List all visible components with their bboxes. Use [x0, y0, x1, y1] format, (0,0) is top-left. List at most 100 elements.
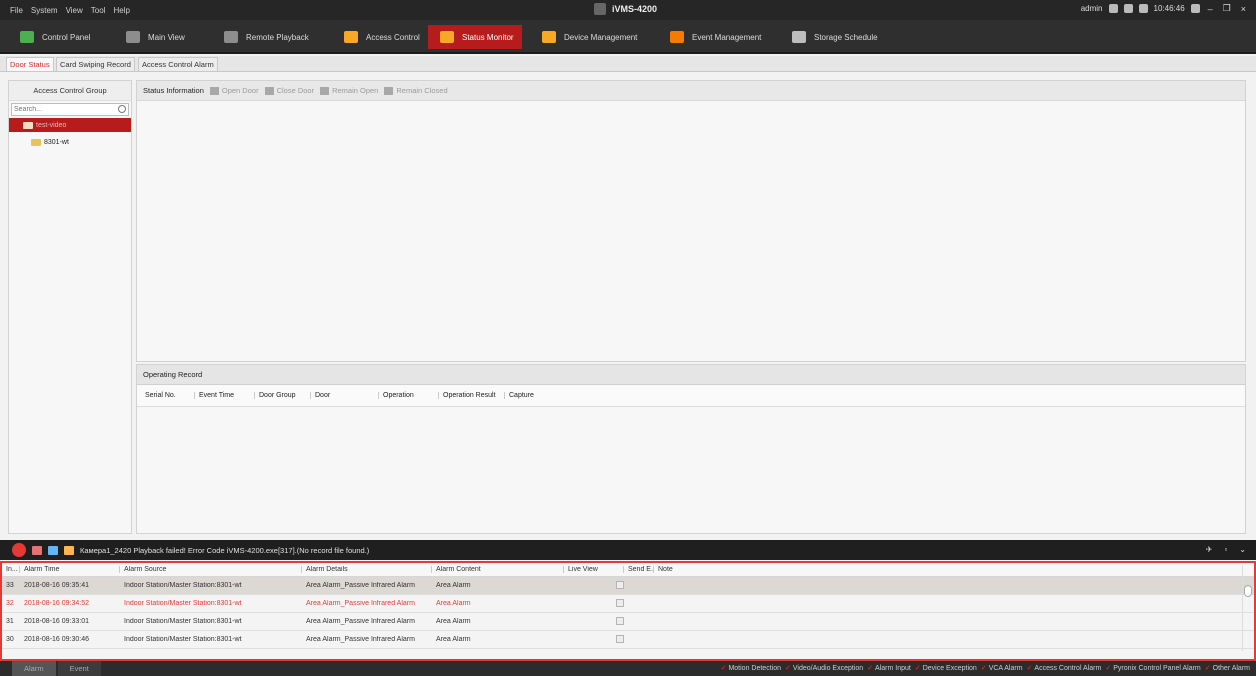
panel-title: Access Control Group	[9, 81, 131, 101]
menu-bar: File System View Tool Help	[0, 6, 130, 15]
menu-tool[interactable]: Tool	[91, 6, 106, 15]
alarm-bar: Камера1_2420 Playback failed! Error Code…	[0, 540, 1256, 560]
device-icon	[542, 31, 556, 43]
open-door-icon	[209, 86, 219, 95]
col-capture[interactable]: Capture	[505, 392, 545, 399]
filter-alarm-input[interactable]: ✓ Alarm Input	[867, 664, 911, 672]
maximize-icon[interactable]: ▫	[1224, 545, 1227, 554]
tree-item-8301-wt[interactable]: 8301-wt	[9, 135, 131, 149]
restore-icon[interactable]: ❐	[1221, 3, 1233, 14]
live-view-checkbox[interactable]	[616, 634, 624, 643]
filter-device-exception[interactable]: ✓ Device Exception	[915, 664, 977, 672]
search-input[interactable]	[12, 104, 128, 115]
tab-access-control-alarm[interactable]: Access Control Alarm	[138, 57, 218, 71]
tab-card-swiping-record[interactable]: Card Swiping Record	[56, 57, 135, 71]
user-icon[interactable]	[1108, 4, 1118, 13]
grid-icon	[20, 31, 34, 43]
table-row[interactable]: 31 2018-08-16 09:33:01 Indoor Station/Ma…	[2, 613, 1254, 631]
alarm-scrollbar[interactable]	[1242, 565, 1252, 651]
filter-motion-detection[interactable]: ✓ Motion Detection	[721, 664, 781, 672]
tab-alarm[interactable]: Alarm	[12, 661, 56, 676]
search-icon[interactable]	[118, 105, 126, 113]
tray: admin 10:46:46 – ❐ ×	[1081, 3, 1248, 14]
keyboard-icon[interactable]	[1138, 4, 1148, 13]
filter-access-control-alarm[interactable]: ✓ Access Control Alarm	[1027, 664, 1102, 672]
remain-open-button[interactable]: Remain Open	[320, 86, 378, 95]
filter-video-audio-exception[interactable]: ✓ Video/Audio Exception	[785, 664, 863, 672]
bottom-bar: Alarm Event ✓ Motion Detection ✓ Video/Aud…	[0, 661, 1256, 676]
col-send-email[interactable]: Send E...	[624, 566, 654, 573]
clock: 10:46:46	[1153, 4, 1185, 13]
col-serial-no[interactable]: Serial No.	[141, 392, 195, 399]
col-alarm-content[interactable]: Alarm Content	[432, 566, 564, 573]
live-view-checkbox[interactable]	[616, 598, 624, 607]
tab-storage-schedule[interactable]: Storage Schedule	[780, 25, 890, 49]
access-control-group-panel: Access Control Group test-video 8301-wt	[8, 80, 132, 534]
tab-device-management[interactable]: Device Management	[530, 25, 648, 49]
operating-record-title: Operating Record	[137, 365, 1245, 385]
live-view-checkbox[interactable]	[616, 616, 624, 625]
filter-other-alarm[interactable]: ✓ Other Alarm	[1205, 664, 1250, 672]
collapse-icon[interactable]: ⌄	[1239, 545, 1246, 554]
app-title: iVMS-4200	[594, 3, 657, 15]
app-logo-icon	[594, 3, 606, 15]
tab-door-status[interactable]: Door Status	[6, 57, 54, 71]
event-icon	[670, 31, 684, 43]
tab-event-management[interactable]: Event Management	[658, 25, 772, 49]
pin-icon[interactable]: ✈	[1206, 545, 1213, 554]
close-door-button[interactable]: Close Door	[264, 86, 314, 95]
alarm-display-icon[interactable]	[48, 545, 58, 555]
alarm-icon[interactable]	[12, 543, 26, 557]
col-door[interactable]: Door	[311, 392, 379, 399]
col-event-time[interactable]: Event Time	[195, 392, 255, 399]
menu-help[interactable]: Help	[113, 6, 129, 15]
filter-vca-alarm[interactable]: ✓ VCA Alarm	[981, 664, 1023, 672]
status-information-label: Status Information	[143, 86, 204, 95]
tab-access-control[interactable]: Access Control	[332, 25, 424, 49]
tab-main-view[interactable]: Main View	[114, 25, 208, 49]
message-icon[interactable]	[1123, 4, 1133, 13]
audio-icon[interactable]	[64, 545, 74, 555]
table-row[interactable]: 30 2018-08-16 09:30:46 Indoor Station/Ma…	[2, 631, 1254, 649]
tab-event[interactable]: Event	[57, 661, 101, 676]
minimize-icon[interactable]: –	[1206, 4, 1215, 14]
menu-view[interactable]: View	[66, 6, 83, 15]
username[interactable]: admin	[1081, 4, 1103, 13]
col-door-group[interactable]: Door Group	[255, 392, 311, 399]
open-door-button[interactable]: Open Door	[209, 86, 259, 95]
col-live-view[interactable]: Live View	[564, 566, 624, 573]
status-monitor-icon	[440, 31, 454, 43]
tab-status-monitor[interactable]: Status Monitor	[428, 25, 522, 49]
table-row[interactable]: 32 2018-08-16 09:34:52 Indoor Station/Ma…	[2, 595, 1254, 613]
tab-remote-playback[interactable]: Remote Playback	[212, 25, 328, 49]
table-row[interactable]: 33 2018-08-16 09:35:41 Indoor Station/Ma…	[2, 577, 1254, 595]
col-index[interactable]: In...	[2, 566, 20, 573]
tree-item-test-video[interactable]: test-video	[9, 118, 131, 132]
col-operation-result[interactable]: Operation Result	[439, 392, 505, 399]
remain-closed-button[interactable]: Remain Closed	[384, 86, 448, 95]
col-operation[interactable]: Operation	[379, 392, 439, 399]
check-icon: ✓	[1026, 665, 1033, 672]
col-alarm-details[interactable]: Alarm Details	[302, 566, 432, 573]
col-note[interactable]: Note	[654, 566, 1254, 573]
alarm-table-header: In... Alarm Time Alarm Source Alarm Deta…	[2, 563, 1254, 577]
sub-tabs: Door Status Card Swiping Record Access C…	[0, 56, 1256, 72]
scroll-thumb[interactable]	[1244, 585, 1252, 597]
menu-system[interactable]: System	[31, 6, 58, 15]
col-alarm-source[interactable]: Alarm Source	[120, 566, 302, 573]
menu-file[interactable]: File	[10, 6, 23, 15]
check-icon: ✓	[867, 665, 874, 672]
filter-pyronix-control-panel-alarm[interactable]: ✓ Pyronix Control Panel Alarm	[1105, 664, 1200, 672]
close-door-icon	[264, 86, 274, 95]
check-icon: ✓	[914, 665, 921, 672]
close-icon[interactable]: ×	[1239, 4, 1248, 14]
operating-record-panel: Operating Record Serial No. Event Time D…	[136, 364, 1246, 534]
alarm-settings-icon[interactable]	[32, 545, 42, 555]
col-alarm-time[interactable]: Alarm Time	[20, 566, 120, 573]
search-box	[11, 103, 129, 116]
title-bar: File System View Tool Help iVMS-4200 adm…	[0, 0, 1256, 20]
lock-icon[interactable]	[1190, 4, 1200, 13]
check-icon: ✓	[1105, 665, 1112, 672]
live-view-checkbox[interactable]	[616, 580, 624, 589]
tab-control-panel[interactable]: Control Panel	[8, 25, 110, 49]
